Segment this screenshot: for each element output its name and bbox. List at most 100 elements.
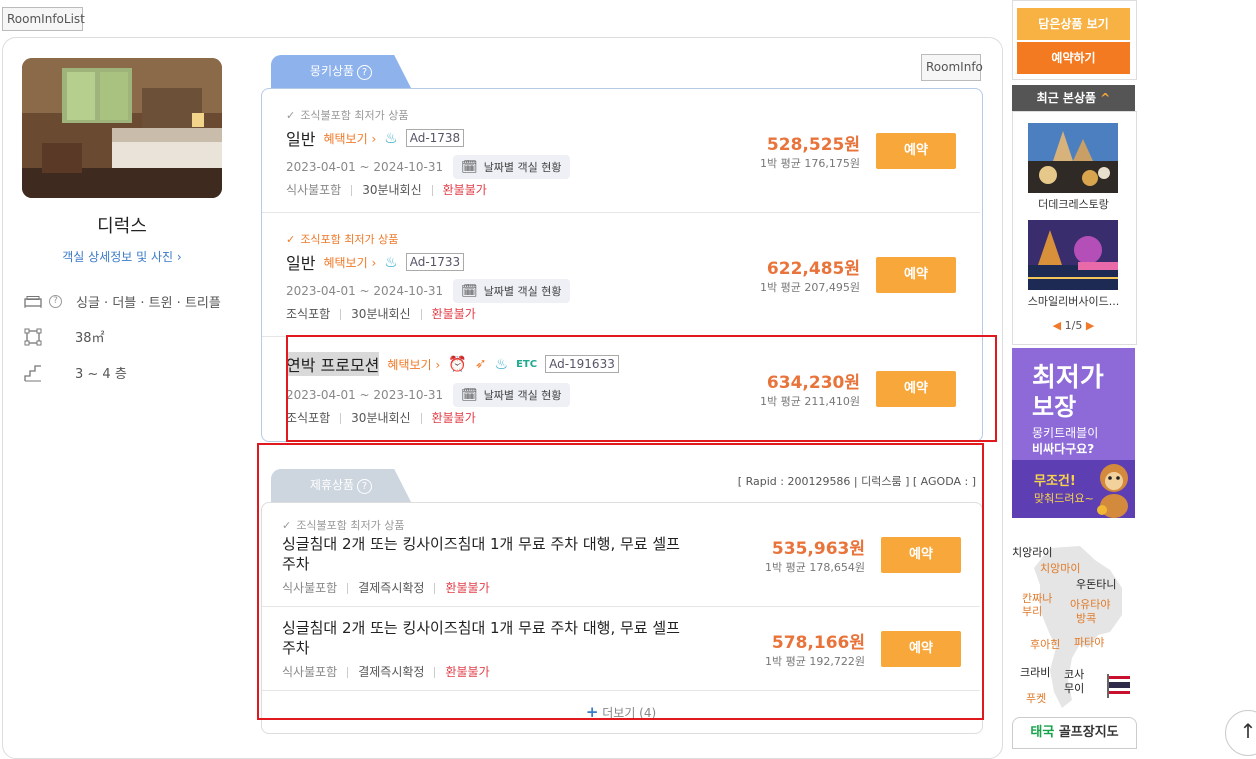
highlight-box	[257, 443, 984, 720]
banner-line6: 맞춰드려요~	[1034, 492, 1094, 505]
offer-title: 일반	[286, 254, 316, 273]
question-icon[interactable]: ?	[357, 65, 373, 80]
lowest-price-banner[interactable]: 최저가 보장 몽키트래블이 비싸다구요? 무조건! 맞춰드려요~	[1012, 348, 1135, 518]
map-label: 치앙라이	[1012, 546, 1053, 559]
offer-tags: 식사불포함 30분내회신 환불불가	[286, 181, 487, 198]
monkey-mascot-icon	[1097, 464, 1128, 518]
banner-line3: 몽키트래블이	[1032, 426, 1099, 440]
room-bed-spec: ? 싱글 · 더블 · 트윈 · 트리플	[24, 292, 221, 311]
tab-monkey-label: 몽키상품	[309, 64, 355, 78]
reserve-button[interactable]: 예약	[876, 133, 956, 169]
room-name: 디럭스	[97, 216, 147, 237]
chevron-up-icon: ^	[1100, 91, 1111, 105]
stairs-icon	[24, 364, 41, 381]
size-spec-text: 38㎡	[75, 331, 105, 346]
benefit-link[interactable]: 혜택보기 ›	[323, 254, 376, 271]
reply-tag: 30분내회신	[351, 307, 411, 321]
meal-tag: 식사불포함	[286, 183, 342, 197]
offer-period-row: 2023-04-01 ~ 2024-10-31 🗓 날짜별 객실 현황	[286, 155, 570, 179]
floor-spec-text: 3 ~ 4 층	[75, 367, 127, 382]
benefit-link[interactable]: 혜택보기 ›	[323, 130, 376, 147]
massage-icon: ♨	[384, 129, 398, 147]
massage-icon: ♨	[384, 253, 398, 271]
recent-item-thumb[interactable]	[1028, 220, 1118, 290]
pager-text: 1/5	[1064, 319, 1083, 332]
map-label: 무이	[1064, 682, 1085, 695]
ad-code: Ad-1733	[405, 253, 465, 271]
book-now-button[interactable]: 예약하기	[1017, 42, 1130, 74]
offer-price: 622,485원	[766, 259, 860, 279]
banner-line2: 보장	[1032, 393, 1077, 421]
golf-map-button[interactable]: 태국 골프장지도	[1012, 717, 1137, 749]
check-icon: ✓	[286, 233, 296, 246]
daily-availability-label: 날짜별 객실 현황	[483, 161, 562, 174]
highlight-box	[286, 335, 997, 442]
banner-line4: 비싸다구요?	[1032, 442, 1095, 456]
banner-line5: 무조건!	[1034, 474, 1076, 489]
saved-items-button[interactable]: 담은상품 보기	[1017, 8, 1130, 40]
offer-period: 2023-04-01 ~ 2024-10-31	[286, 284, 444, 298]
map-label[interactable]: 방콕	[1076, 610, 1096, 626]
map-label[interactable]: 치앙마이	[1040, 560, 1080, 576]
arrow-up-icon: ↑	[1239, 719, 1256, 743]
room-info-button[interactable]: RoomInfo	[921, 54, 983, 81]
thai-flag-icon	[1107, 674, 1130, 698]
caret-right-icon[interactable]: ▶	[1086, 319, 1094, 332]
offer-note-text: 조식포함 최저가 상품	[300, 233, 399, 246]
daily-availability-button[interactable]: 🗓 날짜별 객실 현황	[453, 279, 570, 303]
benefit-link-text[interactable]: 혜택보기	[323, 132, 367, 146]
calendar-icon: 🗓	[461, 159, 478, 175]
offer-note-text: 조식불포함 최저가 상품	[300, 109, 409, 122]
recent-item-thumb[interactable]	[1028, 123, 1118, 193]
offer-note: ✓ 조식불포함 최저가 상품	[286, 104, 409, 123]
daily-availability-label: 날짜별 객실 현황	[483, 285, 562, 298]
offer-price: 528,525원	[766, 135, 860, 155]
scroll-top-button[interactable]: ↑	[1225, 710, 1256, 756]
question-icon[interactable]: ?	[49, 295, 62, 308]
room-info-list-button[interactable]: RoomInfoList	[2, 7, 85, 31]
room-size-icon	[24, 328, 42, 345]
thailand-map[interactable]: 치앙라이 치앙마이 우돈타니 칸짜나 부리 아유타야 방콕 후아힌 파타야 크라…	[1010, 540, 1140, 710]
golf-rest: 골프장지도	[1054, 725, 1119, 740]
room-detail-link[interactable]: 객실 상세정보 및 사진 ›	[22, 248, 222, 265]
room-floor-spec: 3 ~ 4 층	[24, 363, 127, 382]
refund-tag: 환불불가	[431, 307, 476, 321]
ad-code: Ad-1738	[405, 129, 465, 147]
offer-title-row: 일반 혜택보기 › ♨ Ad-1733	[286, 250, 465, 274]
check-icon: ✓	[286, 109, 296, 122]
daily-availability-button[interactable]: 🗓 날짜별 객실 현황	[453, 155, 570, 179]
offer-avg-price: 1박 평균 176,175원	[760, 157, 860, 170]
recent-item-name[interactable]: 더데크레스토랑	[1015, 196, 1132, 212]
offer-title: 일반	[286, 130, 316, 149]
offer-period: 2023-04-01 ~ 2024-10-31	[286, 160, 444, 174]
bed-icon	[24, 295, 42, 308]
recent-header[interactable]: 최근 본상품 ^	[1012, 85, 1135, 111]
banner-line1: 최저가	[1032, 363, 1104, 393]
reserve-button[interactable]: 예약	[876, 257, 956, 293]
offer-period-row: 2023-04-01 ~ 2024-10-31 🗓 날짜별 객실 현황	[286, 279, 570, 303]
offer-note: ✓ 조식포함 최저가 상품	[286, 228, 398, 247]
map-label[interactable]: 파타야	[1074, 634, 1104, 650]
meal-tag: 조식포함	[286, 307, 331, 321]
room-photo[interactable]	[22, 58, 222, 198]
map-label[interactable]: 후아힌	[1030, 636, 1060, 652]
divider	[262, 212, 980, 213]
benefit-link-text[interactable]: 혜택보기	[323, 256, 367, 270]
map-label[interactable]: 푸켓	[1026, 690, 1046, 706]
recent-item-name[interactable]: 스마일리버사이드...	[1015, 293, 1132, 309]
recent-pager: ◀ 1/5 ▶	[1015, 319, 1132, 332]
map-label[interactable]: 부리	[1022, 603, 1042, 619]
offer-avg-price: 1박 평균 207,495원	[760, 281, 860, 294]
tab-monkey-products[interactable]: 몽키상품?	[271, 55, 411, 88]
calendar-icon: 🗓	[461, 283, 478, 299]
map-label: 크라비	[1020, 666, 1051, 679]
caret-left-icon[interactable]: ◀	[1053, 319, 1061, 332]
map-label: 우돈타니	[1076, 578, 1117, 591]
golf-prefix: 태국	[1030, 725, 1055, 740]
reply-tag: 30분내회신	[362, 183, 422, 197]
room-detail-link-text[interactable]: 객실 상세정보 및 사진	[62, 250, 173, 264]
room-size-spec: 38㎡	[24, 327, 105, 346]
refund-tag: 환불불가	[442, 183, 487, 197]
recent-title: 최근 본상품	[1036, 91, 1097, 105]
offer-tags: 조식포함 30분내회신 환불불가	[286, 305, 476, 322]
